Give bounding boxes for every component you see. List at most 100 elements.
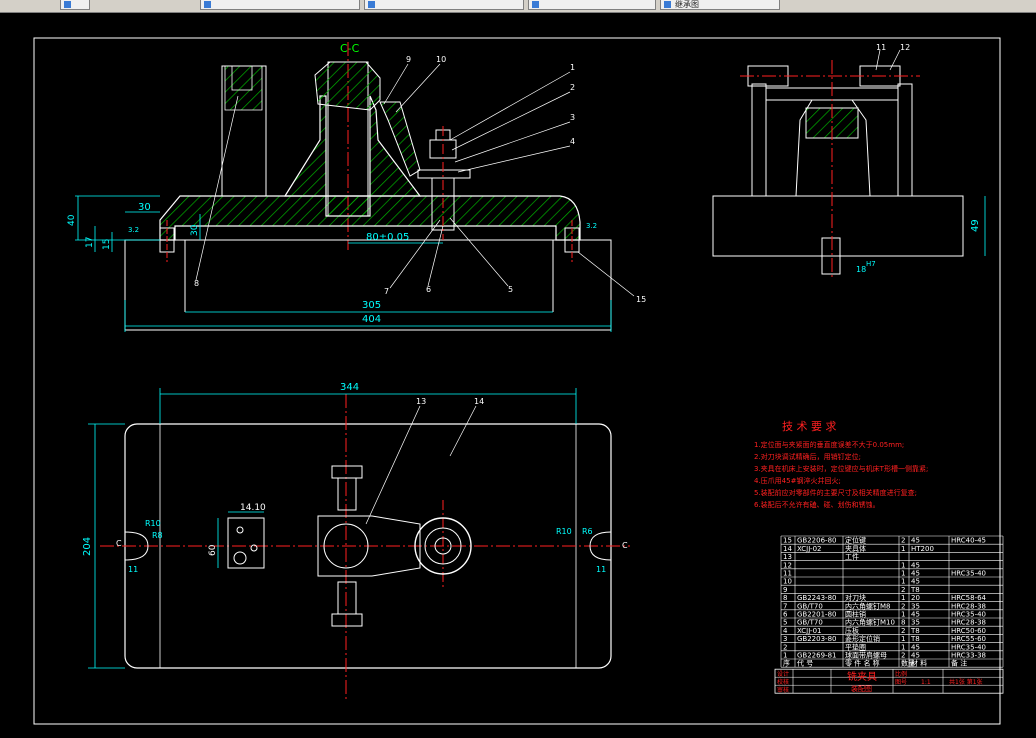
bom-row: 2 平垫圈 1 45 HRC35-40 (783, 642, 986, 651)
callout-10: 10 (436, 55, 446, 64)
bom-cell-no: 13 (783, 553, 792, 561)
bom-cell-no: 序 (783, 659, 790, 668)
callout-8: 8 (194, 279, 199, 288)
bom-cell-qty: 1 (901, 570, 905, 578)
bom-cell-name: 圆柱销 (845, 610, 866, 619)
bom-cell-name: 压板 (845, 626, 859, 635)
dim-15: 15 (102, 239, 112, 250)
r10-right: R10 (556, 527, 572, 536)
bom-row: 6 GB2201-80 圆柱销 1 45 HRC35-40 (783, 610, 986, 619)
callout-12: 12 (900, 43, 910, 52)
title-block-scale: 1:1 (921, 679, 931, 686)
dim-18-fit: H7 (866, 260, 876, 268)
bom-row: 15 GB2206-80 定位键 2 45 HRC40-45 (783, 536, 986, 545)
dim-204: 204 (82, 537, 93, 556)
bom-cell-code: GB2201-80 (797, 611, 836, 619)
notes-title: 技 术 要 求 (782, 420, 837, 433)
bom-cell-name: 定位键 (845, 536, 866, 545)
bom-cell-note: HRC28-38 (951, 619, 986, 627)
bom-cell-mat: 45 (911, 652, 920, 660)
bom-header-row: 序代 号零 件 名 称数量材 料备 注 (783, 659, 967, 668)
bom-cell-code: XCJJ-01 (797, 627, 822, 635)
bom-row: 5 GB/T70 内六角螺钉M10 8 35 HRC28-38 (783, 618, 986, 627)
r8-left: R8 (152, 531, 163, 540)
dim-11-right: 11 (596, 565, 606, 574)
note-item: 3.夹具在机床上安装时，定位键应与机床T形槽一侧靠紧; (754, 464, 928, 473)
bom-cell-mat: T8 (910, 586, 920, 594)
bom-cell-mat: 45 (911, 578, 920, 586)
bom-row: 10 1 45 (783, 578, 920, 586)
bom-row: 3 GB2203-80 菱形定位销 1 T8 HRC55-60 (783, 634, 986, 643)
bom-cell-mat: 45 (911, 561, 920, 569)
bom-cell-mat: T8 (910, 627, 920, 635)
document-tab[interactable] (200, 0, 360, 10)
cad-drawing: C-C 30 40 17 15 30 80±0.05 305 404 3.2 3… (33, 37, 1004, 725)
note-item: 6.装配后不允许有磕、碰、划伤和锈蚀。 (754, 500, 880, 509)
plan-view: 344 204 14.10 60 R10 R8 R10 R6 11 11 C C… (82, 382, 630, 700)
dim-404: 404 (362, 314, 381, 325)
bom-cell-no: 10 (783, 578, 792, 586)
title-block-designer: 设计 (777, 670, 789, 678)
bom-cell-name: 零 件 名 称 (845, 659, 880, 668)
bom-cell-no: 5 (783, 619, 787, 627)
bom-cell-qty: 2 (901, 627, 905, 635)
r10-left: R10 (145, 519, 161, 528)
dim-40: 40 (67, 214, 77, 226)
bom-cell-qty: 1 (901, 594, 905, 602)
bom-cell-no: 1 (783, 652, 787, 660)
file-icon (64, 1, 71, 8)
bom-cell-no: 12 (783, 561, 792, 569)
dim-14: 14.10 (240, 503, 266, 513)
bom-cell-mat: 45 (911, 570, 920, 578)
bom-cell-mat: 20 (911, 594, 920, 602)
document-tab[interactable] (364, 0, 524, 10)
bom-row: 13 工件 (783, 552, 859, 561)
title-block-checker: 校核 (777, 678, 789, 686)
dim-305: 305 (362, 300, 381, 311)
r6-right: R6 (582, 527, 593, 536)
bom-cell-qty: 1 (901, 561, 905, 569)
dim-80: 80±0.05 (366, 232, 409, 243)
bom-row: 14 XCJJ-02 夹具体 1 HT200 (783, 544, 934, 553)
section-label: C-C (340, 42, 360, 55)
dim-17: 17 (85, 237, 95, 248)
document-tab[interactable] (528, 0, 656, 10)
bom-row: 11 1 45 HRC35-40 (783, 570, 986, 578)
title-block-name: 铣夹具 (847, 670, 877, 683)
dim-30-v: 30 (190, 224, 200, 236)
bom-cell-note: HRC35-40 (951, 643, 986, 651)
note-item: 1.定位面与夹紧面的垂直度误差不大于0.05mm; (754, 440, 904, 449)
bom-cell-code: GB2206-80 (797, 537, 836, 545)
callout-5: 5 (508, 285, 513, 294)
section-view-cc: C-C 30 40 17 15 30 80±0.05 305 404 3.2 3… (67, 42, 646, 332)
bom-cell-no: 11 (783, 570, 792, 578)
bom-row: 4 XCJJ-01 压板 2 T8 HRC50-60 (783, 626, 986, 635)
side-view: 49 18 H7 11 12 (712, 43, 986, 280)
technical-requirements: 技 术 要 求 1.定位面与夹紧面的垂直度误差不大于0.05mm; 2.对刀块调… (754, 420, 928, 509)
callout-6: 6 (426, 285, 431, 294)
dim-49: 49 (970, 219, 981, 232)
bom-cell-note: HRC50-60 (951, 627, 986, 635)
callout-2: 2 (570, 83, 575, 92)
bom-cell-name: 对刀块 (845, 593, 866, 602)
note-item: 5.装配前应对零部件的主要尺寸及相关精度进行复查; (754, 488, 917, 497)
callout-15: 15 (636, 295, 646, 304)
section-mark-right: C (622, 541, 628, 550)
title-block-approver: 审核 (777, 686, 789, 694)
document-tab[interactable] (60, 0, 90, 10)
dim-18: 18 (856, 265, 866, 274)
title-block-scale-label: 比例 (895, 670, 907, 678)
bom-cell-mat: 35 (911, 602, 920, 610)
note-item: 2.对刀块调试精确后，用销钉定位; (754, 452, 861, 461)
document-tab[interactable]: 继承图 (660, 0, 780, 10)
bom-cell-qty: 1 (901, 643, 905, 651)
file-icon (368, 1, 375, 8)
bom-cell-note: HRC28-38 (951, 602, 986, 610)
file-icon (664, 1, 671, 8)
drawing-canvas[interactable]: C-C 30 40 17 15 30 80±0.05 305 404 3.2 3… (0, 12, 1036, 734)
bom-cell-name: 内六角螺钉M10 (845, 618, 895, 627)
bom-cell-mat: HT200 (911, 545, 934, 553)
bom-cell-qty: 1 (901, 545, 905, 553)
bom-cell-note: 备 注 (951, 659, 967, 668)
bom-cell-no: 3 (783, 635, 787, 643)
